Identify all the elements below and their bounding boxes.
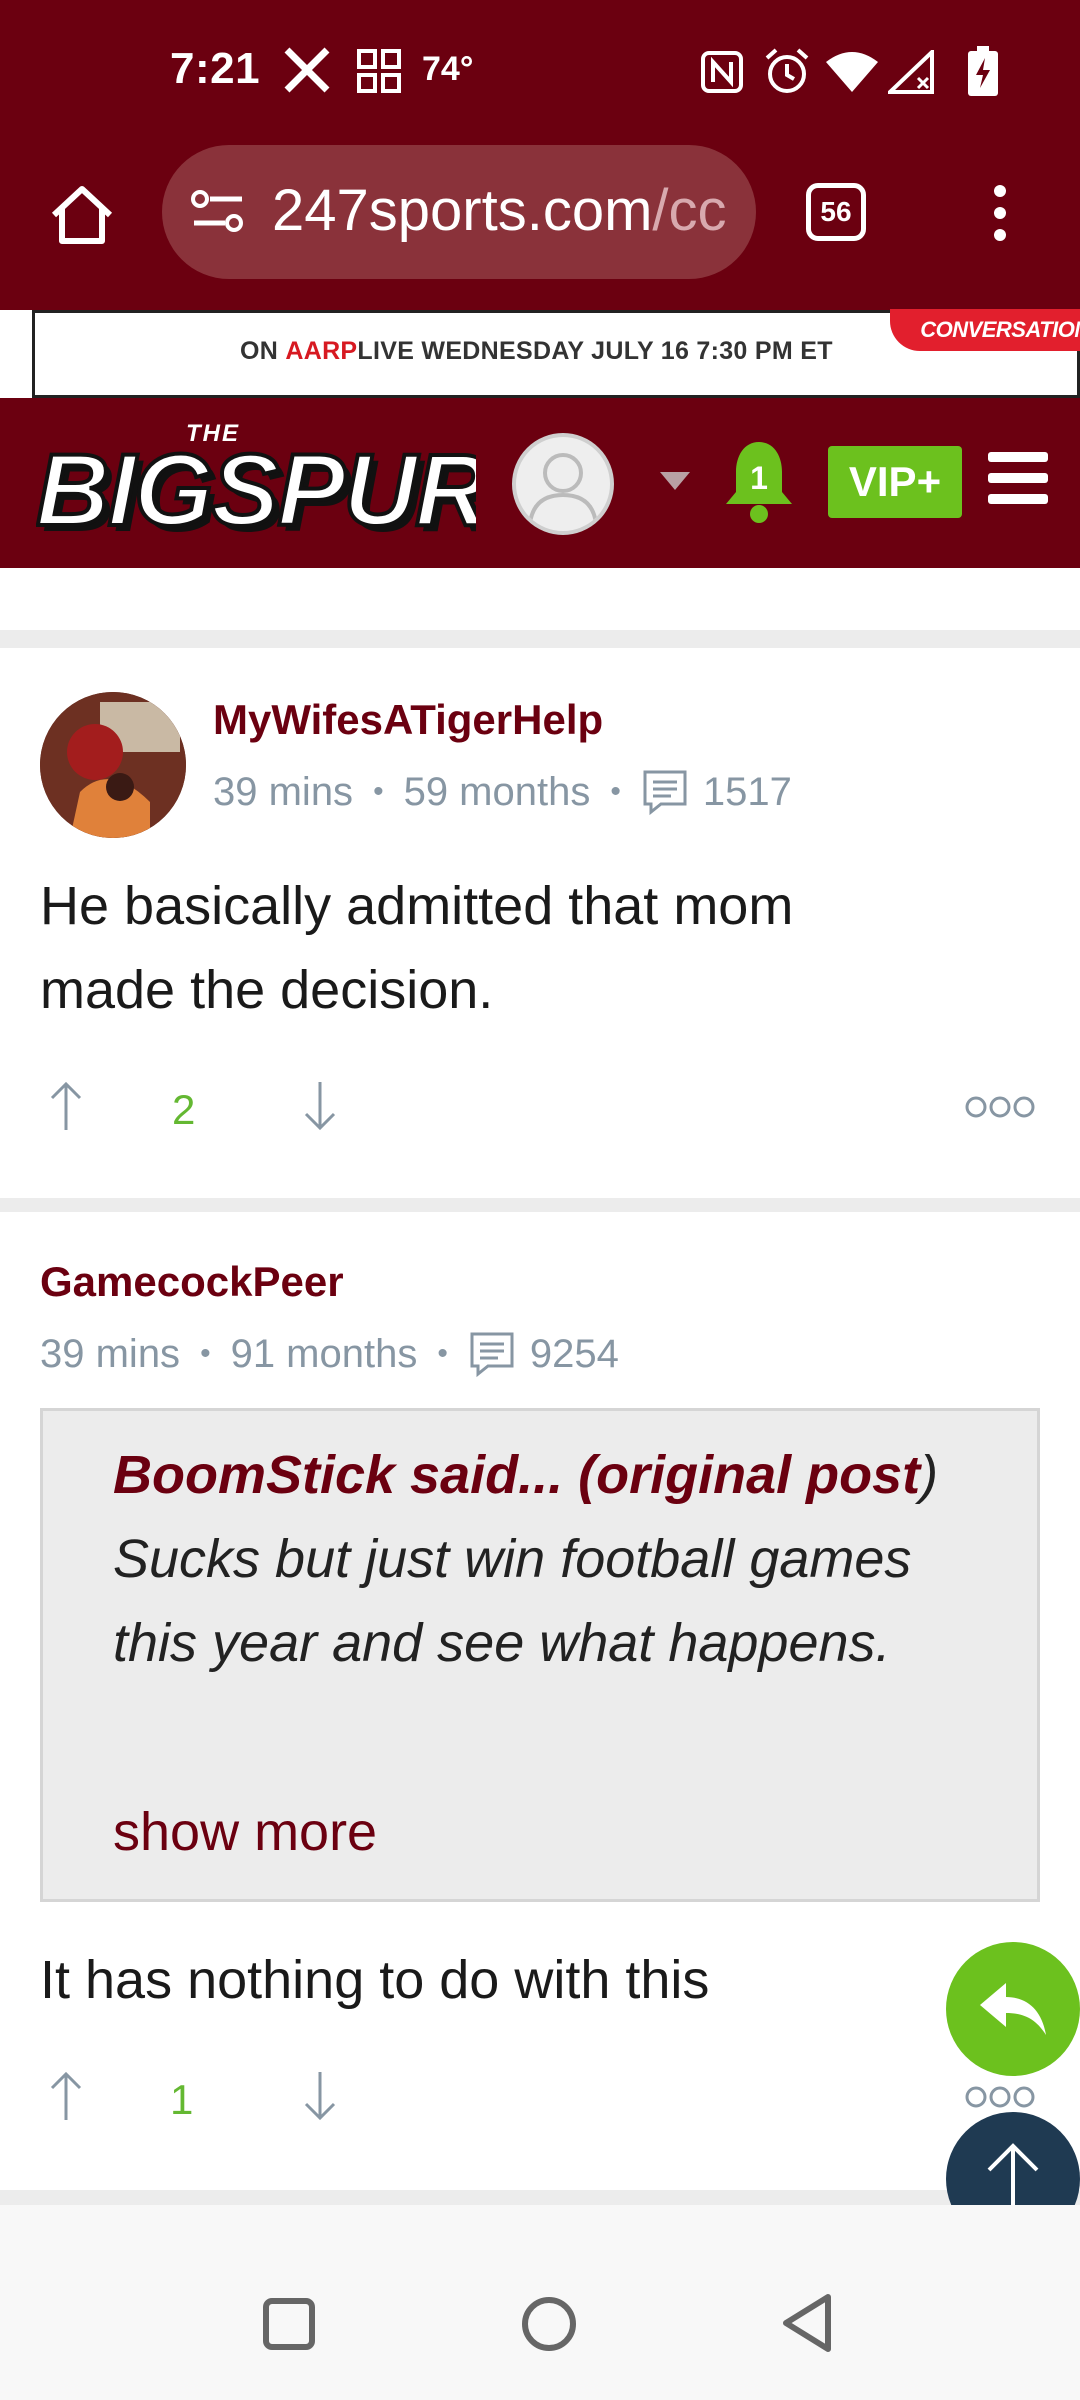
post-avatar[interactable] bbox=[40, 692, 186, 838]
post-time: 39 mins bbox=[40, 1331, 181, 1376]
url-domain: 247sports.com bbox=[272, 178, 653, 243]
upvote-icon[interactable] bbox=[48, 2070, 84, 2122]
quote-text: BoomStick said... (original post) Sucks … bbox=[113, 1433, 993, 1685]
post-body: He basically admitted that mom made the … bbox=[40, 876, 794, 1020]
post-count: 1517 bbox=[702, 769, 792, 814]
battery-icon bbox=[968, 46, 998, 96]
url-text: 247sports.com/cc bbox=[272, 177, 727, 244]
reply-icon bbox=[980, 1983, 1046, 2035]
tabs-button[interactable]: 56 bbox=[806, 183, 866, 241]
nfc-icon bbox=[701, 51, 743, 93]
home-icon[interactable] bbox=[48, 183, 116, 247]
wifi-icon bbox=[826, 52, 878, 92]
signal-icon bbox=[888, 50, 934, 94]
more-options-icon[interactable] bbox=[964, 2084, 1036, 2110]
downvote-icon[interactable] bbox=[302, 1080, 338, 1132]
alarm-icon bbox=[765, 48, 809, 93]
status-temperature: 74° bbox=[422, 50, 474, 88]
vote-count: 2 bbox=[172, 1086, 196, 1133]
ad-text-suffix: WEDNESDAY JULY 16 7:30 PM ET bbox=[414, 337, 833, 365]
user-avatar[interactable] bbox=[512, 433, 614, 535]
post-count: 9254 bbox=[529, 1331, 619, 1376]
post-time: 39 mins bbox=[213, 769, 354, 814]
upvote-icon[interactable] bbox=[48, 1080, 84, 1132]
user-silhouette-icon bbox=[528, 453, 598, 524]
meta-separator: • bbox=[200, 1337, 211, 1370]
site-header: THE BIGSPUR 1 VIP+ bbox=[0, 398, 1080, 568]
browser-toolbar: 247sports.com/cc 56 bbox=[0, 145, 1080, 310]
reply-button[interactable] bbox=[946, 1942, 1080, 2076]
site-logo[interactable]: THE BIGSPUR bbox=[36, 420, 476, 550]
logo-text: BIGSPUR bbox=[36, 431, 476, 549]
post-body: It has nothing to do with this bbox=[40, 1950, 710, 2010]
vip-button[interactable]: VIP+ bbox=[828, 446, 962, 518]
ad-badge: CONVERSATION bbox=[890, 309, 1080, 351]
ad-aarp: AARP bbox=[285, 337, 358, 365]
address-bar[interactable]: 247sports.com/cc bbox=[162, 145, 756, 279]
post-username[interactable]: MyWifesATigerHelp bbox=[213, 696, 603, 744]
url-path: /cc bbox=[652, 178, 727, 243]
ad-live: LIVE bbox=[357, 337, 415, 365]
post-meta: 39 mins • 59 months • 1517 bbox=[213, 768, 792, 816]
post-card: MyWifesATigerHelp 39 mins • 59 months • … bbox=[0, 648, 1080, 1198]
ad-text-prefix: ON bbox=[240, 337, 286, 365]
comment-count-icon bbox=[643, 770, 687, 816]
chevron-down-icon[interactable] bbox=[658, 470, 692, 492]
status-bar: 7:21 74° bbox=[0, 0, 1080, 145]
previous-post-remnant bbox=[0, 568, 1080, 630]
more-vert-icon[interactable] bbox=[985, 183, 1015, 243]
meta-separator: • bbox=[437, 1337, 448, 1370]
avatar-image-icon bbox=[40, 692, 186, 838]
home-circle-icon[interactable] bbox=[520, 2295, 578, 2353]
comment-count-icon bbox=[470, 1332, 514, 1378]
site-info-icon[interactable] bbox=[190, 189, 246, 235]
notification-button[interactable]: 1 bbox=[722, 438, 796, 528]
post-card: GamecockPeer 39 mins • 91 months • 9254 … bbox=[0, 1212, 1080, 2190]
ad-text: ON AARPLIVE WEDNESDAY JULY 16 7:30 PM ET bbox=[240, 337, 833, 366]
quote-box: BoomStick said... (original post) Sucks … bbox=[40, 1408, 1040, 1902]
show-more-link[interactable]: show more bbox=[113, 1801, 377, 1863]
quote-author-link[interactable]: BoomStick said... (original post bbox=[113, 1445, 920, 1505]
post-tenure: 91 months bbox=[230, 1331, 418, 1376]
back-icon[interactable] bbox=[780, 2293, 834, 2353]
ad-banner[interactable]: ON AARPLIVE WEDNESDAY JULY 16 7:30 PM ET… bbox=[32, 309, 1080, 398]
system-nav-bar bbox=[0, 2205, 1080, 2400]
post-meta: 39 mins • 91 months • 9254 bbox=[40, 1330, 619, 1378]
post-username[interactable]: GamecockPeer bbox=[40, 1258, 344, 1306]
downvote-icon[interactable] bbox=[302, 2070, 338, 2122]
recents-icon[interactable] bbox=[262, 2297, 316, 2351]
notification-count: 1 bbox=[750, 460, 768, 496]
widgets-icon bbox=[357, 49, 401, 93]
post-tenure: 59 months bbox=[403, 769, 591, 814]
x-app-icon bbox=[284, 47, 330, 93]
hamburger-menu-icon[interactable] bbox=[988, 450, 1048, 506]
more-options-icon[interactable] bbox=[964, 1094, 1036, 1120]
meta-separator: • bbox=[610, 775, 621, 808]
status-time: 7:21 bbox=[170, 44, 261, 93]
vote-count: 1 bbox=[170, 2076, 194, 2123]
ad-left-edge bbox=[0, 310, 32, 398]
meta-separator: • bbox=[373, 775, 384, 808]
